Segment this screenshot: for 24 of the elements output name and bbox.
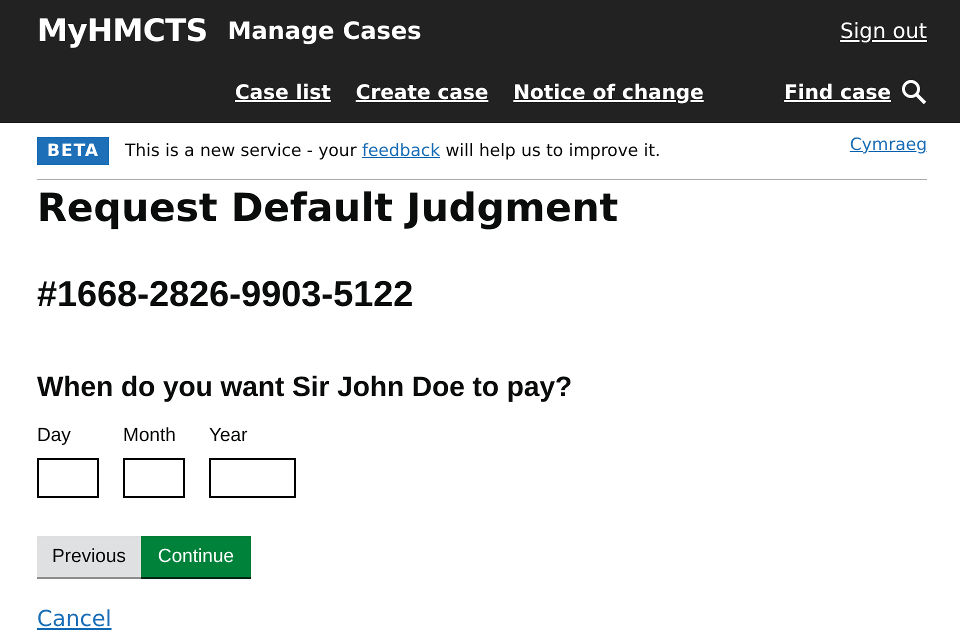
case-number: #1668-2826-9903-5122 — [37, 272, 414, 316]
search-icon[interactable] — [901, 79, 927, 105]
banner-text: This is a new service - your feedback will help us to improve it. — [125, 141, 660, 161]
date-label: Year — [209, 424, 248, 448]
find-case-link[interactable]: Find case — [784, 80, 891, 104]
date-input[interactable] — [37, 458, 99, 498]
previous-button[interactable]: Previous — [37, 536, 141, 577]
page-title: Request Default Judgment — [37, 185, 620, 233]
date-label: Day — [37, 424, 72, 448]
nav-link[interactable]: Notice of change — [513, 80, 704, 104]
cancel-link[interactable]: Cancel — [37, 607, 112, 632]
date-input[interactable] — [209, 458, 296, 498]
logo[interactable]: MyHMCTS — [37, 13, 208, 49]
date-label: Month — [123, 424, 177, 448]
nav-link[interactable]: Create case — [356, 80, 488, 104]
feedback-link[interactable]: feedback — [362, 141, 440, 161]
service-name[interactable]: Manage Cases — [228, 17, 422, 45]
question-heading: When do you want Sir John Doe to pay? — [37, 370, 574, 404]
date-input[interactable] — [123, 458, 185, 498]
language-link[interactable]: Cymraeg — [850, 135, 927, 155]
beta-tag: BETA — [37, 137, 110, 165]
continue-button[interactable]: Continue — [140, 536, 251, 577]
nav-link[interactable]: Case list — [235, 80, 331, 104]
sign-out-link[interactable]: Sign out — [840, 19, 927, 43]
